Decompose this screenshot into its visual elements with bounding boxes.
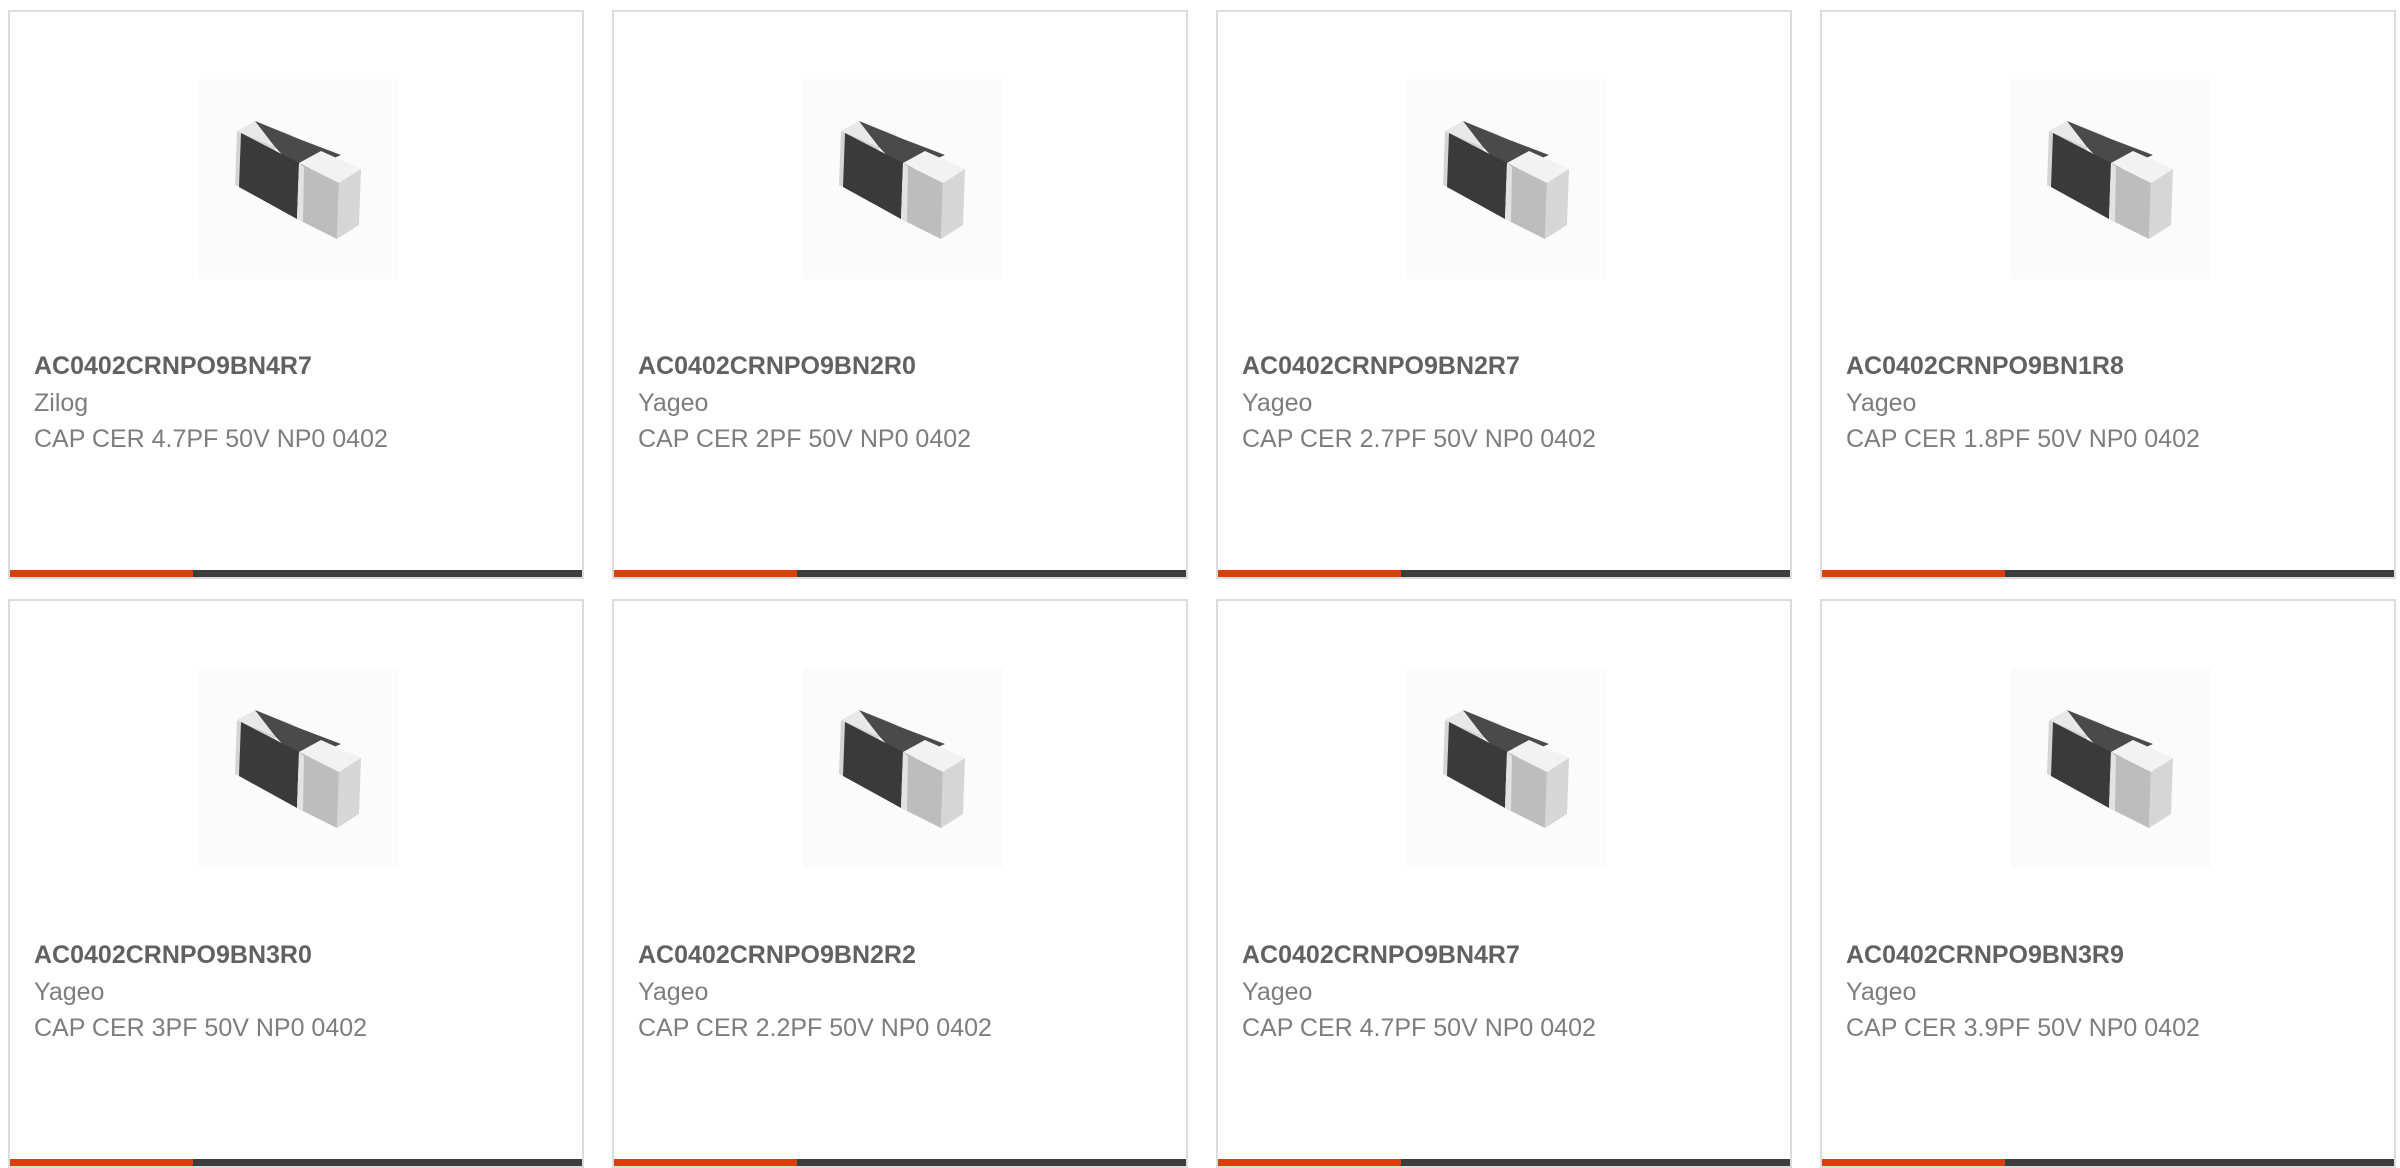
manufacturer: Zilog bbox=[34, 389, 89, 417]
progress-bar bbox=[1218, 570, 1790, 577]
description: CAP CER 2.2PF 50V NP0 0402 bbox=[638, 1014, 992, 1042]
capacitor-chip-image[interactable] bbox=[1407, 79, 1607, 279]
part-number[interactable]: AC0402CRNPO9BN4R7 bbox=[34, 352, 312, 381]
progress-bar bbox=[614, 570, 1186, 577]
product-card[interactable]: AC0402CRNPO9BN2R2 Yageo CAP CER 2.2PF 50… bbox=[612, 599, 1188, 1168]
manufacturer: Yageo bbox=[1846, 978, 1917, 1006]
capacitor-chip-image[interactable] bbox=[199, 79, 399, 279]
description: CAP CER 2PF 50V NP0 0402 bbox=[638, 425, 972, 453]
product-card[interactable]: AC0402CRNPO9BN3R0 Yageo CAP CER 3PF 50V … bbox=[8, 599, 584, 1168]
description: CAP CER 1.8PF 50V NP0 0402 bbox=[1846, 425, 2200, 453]
progress-bar-fill bbox=[614, 1159, 798, 1166]
product-card[interactable]: AC0402CRNPO9BN4R7 Zilog CAP CER 4.7PF 50… bbox=[8, 10, 584, 579]
part-number[interactable]: AC0402CRNPO9BN1R8 bbox=[1846, 352, 2124, 381]
product-card[interactable]: AC0402CRNPO9BN2R7 Yageo CAP CER 2.7PF 50… bbox=[1216, 10, 1792, 579]
progress-bar-fill bbox=[10, 570, 194, 577]
description: CAP CER 4.7PF 50V NP0 0402 bbox=[1242, 1014, 1596, 1042]
capacitor-chip-image[interactable] bbox=[1407, 668, 1607, 868]
product-grid: AC0402CRNPO9BN4R7 Zilog CAP CER 4.7PF 50… bbox=[0, 0, 2400, 1168]
manufacturer: Yageo bbox=[34, 978, 105, 1006]
description: CAP CER 3.9PF 50V NP0 0402 bbox=[1846, 1014, 2200, 1042]
part-number[interactable]: AC0402CRNPO9BN2R2 bbox=[638, 941, 916, 970]
progress-bar-fill bbox=[1218, 570, 1402, 577]
part-number[interactable]: AC0402CRNPO9BN3R0 bbox=[34, 941, 312, 970]
progress-bar bbox=[1822, 1159, 2394, 1166]
progress-bar bbox=[10, 1159, 582, 1166]
product-card[interactable]: AC0402CRNPO9BN1R8 Yageo CAP CER 1.8PF 50… bbox=[1820, 10, 2396, 579]
progress-bar bbox=[1822, 570, 2394, 577]
manufacturer: Yageo bbox=[1846, 389, 1917, 417]
description: CAP CER 3PF 50V NP0 0402 bbox=[34, 1014, 368, 1042]
part-number[interactable]: AC0402CRNPO9BN2R0 bbox=[638, 352, 916, 381]
product-card[interactable]: AC0402CRNPO9BN2R0 Yageo CAP CER 2PF 50V … bbox=[612, 10, 1188, 579]
product-card[interactable]: AC0402CRNPO9BN3R9 Yageo CAP CER 3.9PF 50… bbox=[1820, 599, 2396, 1168]
capacitor-chip-image[interactable] bbox=[803, 79, 1003, 279]
description: CAP CER 2.7PF 50V NP0 0402 bbox=[1242, 425, 1596, 453]
part-number[interactable]: AC0402CRNPO9BN4R7 bbox=[1242, 941, 1520, 970]
capacitor-chip-image[interactable] bbox=[199, 668, 399, 868]
progress-bar-fill bbox=[1822, 570, 2006, 577]
manufacturer: Yageo bbox=[638, 978, 709, 1006]
capacitor-chip-image[interactable] bbox=[2011, 668, 2211, 868]
part-number[interactable]: AC0402CRNPO9BN3R9 bbox=[1846, 941, 2124, 970]
progress-bar bbox=[10, 570, 582, 577]
capacitor-chip-image[interactable] bbox=[803, 668, 1003, 868]
description: CAP CER 4.7PF 50V NP0 0402 bbox=[34, 425, 388, 453]
progress-bar-fill bbox=[614, 570, 798, 577]
progress-bar bbox=[614, 1159, 1186, 1166]
progress-bar-fill bbox=[1822, 1159, 2006, 1166]
progress-bar bbox=[1218, 1159, 1790, 1166]
manufacturer: Yageo bbox=[638, 389, 709, 417]
capacitor-chip-image[interactable] bbox=[2011, 79, 2211, 279]
product-card[interactable]: AC0402CRNPO9BN4R7 Yageo CAP CER 4.7PF 50… bbox=[1216, 599, 1792, 1168]
part-number[interactable]: AC0402CRNPO9BN2R7 bbox=[1242, 352, 1520, 381]
progress-bar-fill bbox=[1218, 1159, 1402, 1166]
manufacturer: Yageo bbox=[1242, 389, 1313, 417]
manufacturer: Yageo bbox=[1242, 978, 1313, 1006]
progress-bar-fill bbox=[10, 1159, 194, 1166]
